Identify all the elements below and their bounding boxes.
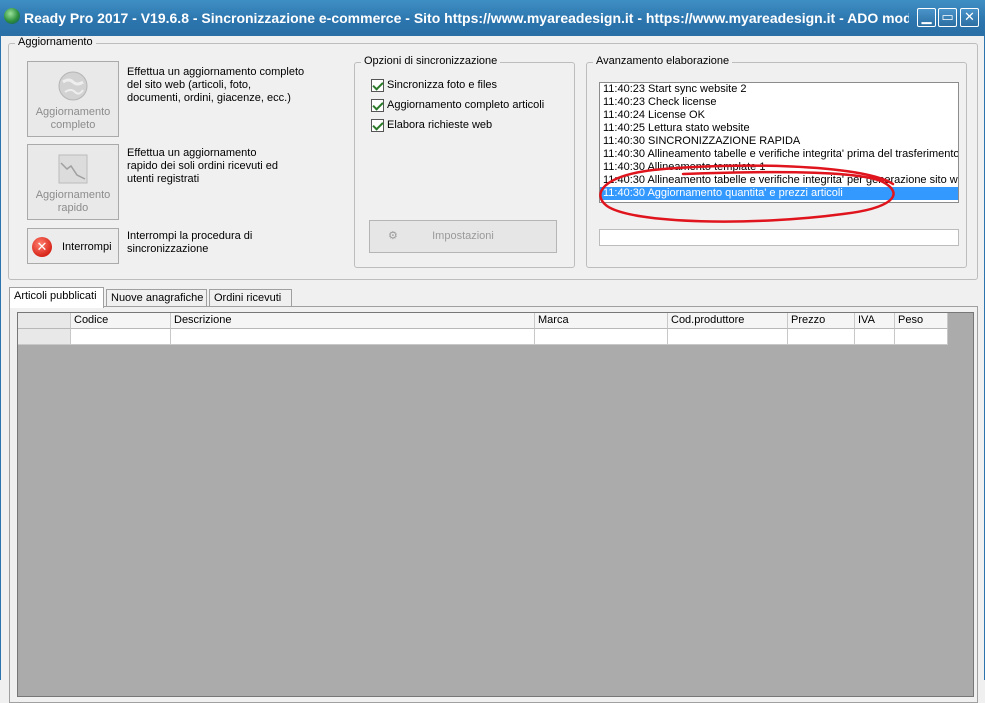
- table-cell[interactable]: [535, 329, 668, 345]
- red-annotation-ellipse: [599, 164, 895, 223]
- avanzamento-legend: Avanzamento elaborazione: [593, 55, 733, 67]
- opzioni-group: Opzioni di sincronizzazione Sincronizza …: [354, 55, 575, 268]
- interrompi-button[interactable]: ✕ Interrompi: [27, 228, 119, 264]
- maximize-button[interactable]: ▭: [938, 8, 957, 27]
- impostazioni-label: Impostazioni: [432, 230, 494, 242]
- tab-nuove-anagrafiche[interactable]: Nuove anagrafiche: [106, 289, 207, 307]
- table-cell[interactable]: [71, 329, 171, 345]
- log-line[interactable]: 11:40:30 Allineamento tabelle e verifich…: [600, 148, 958, 161]
- stop-icon: ✕: [32, 237, 52, 257]
- progress-bar: [599, 229, 959, 246]
- checkbox-checked-icon[interactable]: [371, 118, 384, 132]
- table-cell[interactable]: [171, 329, 535, 345]
- check-aggiornamento-completo[interactable]: Aggiornamento completo articoli: [371, 98, 544, 114]
- table-cell[interactable]: [855, 329, 895, 345]
- grid-corner-cell: [18, 313, 71, 329]
- row-header-cell[interactable]: [18, 329, 71, 345]
- log-line[interactable]: 11:40:24 License OK: [600, 109, 958, 122]
- globe-icon: [57, 70, 89, 102]
- aggiornamento-legend: Aggiornamento: [15, 36, 96, 48]
- articles-grid[interactable]: Codice Descrizione Marca Cod.produttore …: [17, 312, 974, 697]
- column-header-prezzo[interactable]: Prezzo: [788, 313, 855, 329]
- table-cell[interactable]: [668, 329, 788, 345]
- column-header-marca[interactable]: Marca: [535, 313, 668, 329]
- aggiornamento-rapido-desc: Effettua un aggiornamento rapido dei sol…: [127, 147, 279, 185]
- aggiornamento-rapido-button[interactable]: Aggiornamento rapido: [27, 144, 119, 220]
- opzioni-legend: Opzioni di sincronizzazione: [361, 55, 501, 67]
- checkbox-checked-icon[interactable]: [371, 98, 384, 112]
- column-header-iva[interactable]: IVA: [855, 313, 895, 329]
- check-label: Sincronizza foto e files: [387, 79, 498, 91]
- aggiornamento-rapido-label: Aggiornamento rapido: [35, 189, 111, 214]
- tab-articoli-pubblicati[interactable]: Articoli pubblicati: [9, 287, 104, 308]
- chart-icon: [57, 153, 89, 185]
- log-line[interactable]: 11:40:25 Lettura stato website: [600, 122, 958, 135]
- window-title: Ready Pro 2017 - V19.6.8 - Sincronizzazi…: [24, 10, 909, 26]
- check-label: Aggiornamento completo articoli: [387, 99, 545, 111]
- table-row[interactable]: [18, 329, 948, 345]
- tab-ordini-ricevuti[interactable]: Ordini ricevuti: [209, 289, 292, 307]
- check-elabora-richieste[interactable]: Elabora richieste web: [371, 118, 492, 134]
- column-header-codice[interactable]: Codice: [71, 313, 171, 329]
- checkbox-checked-icon[interactable]: [371, 78, 384, 92]
- table-cell[interactable]: [788, 329, 855, 345]
- grid-header: Codice Descrizione Marca Cod.produttore …: [18, 313, 948, 329]
- log-line[interactable]: 11:40:23 Check license: [600, 96, 958, 109]
- table-cell[interactable]: [895, 329, 948, 345]
- aggiornamento-completo-desc: Effettua un aggiornamento completo del s…: [127, 66, 305, 104]
- tab-panel: Codice Descrizione Marca Cod.produttore …: [9, 306, 978, 703]
- close-button[interactable]: ✕: [960, 8, 979, 27]
- interrompi-desc: Interrompi la procedura di sincronizzazi…: [127, 230, 253, 255]
- window-body: Aggiornamento Aggiornamento completo Eff…: [0, 36, 985, 703]
- check-label: Elabora richieste web: [387, 119, 493, 131]
- minimize-button[interactable]: ▁: [917, 8, 936, 27]
- aggiornamento-completo-button[interactable]: Aggiornamento completo: [27, 61, 119, 137]
- impostazioni-button[interactable]: ⚙ Impostazioni: [369, 220, 557, 253]
- column-header-cod-produttore[interactable]: Cod.produttore: [668, 313, 788, 329]
- column-header-descrizione[interactable]: Descrizione: [171, 313, 535, 329]
- log-line[interactable]: 11:40:30 SINCRONIZZAZIONE RAPIDA: [600, 135, 958, 148]
- settings-icon: ⚙: [388, 230, 398, 242]
- interrompi-label: Interrompi: [62, 241, 112, 253]
- title-bar: Ready Pro 2017 - V19.6.8 - Sincronizzazi…: [0, 0, 985, 36]
- check-sincronizza-foto[interactable]: Sincronizza foto e files: [371, 78, 497, 94]
- avanzamento-group: Avanzamento elaborazione 11:40:23 Start …: [586, 55, 967, 268]
- aggiornamento-completo-label: Aggiornamento completo: [35, 106, 111, 131]
- app-globe-icon[interactable]: [4, 8, 20, 24]
- log-line[interactable]: 11:40:23 Start sync website 2: [600, 83, 958, 96]
- column-header-peso[interactable]: Peso: [895, 313, 948, 329]
